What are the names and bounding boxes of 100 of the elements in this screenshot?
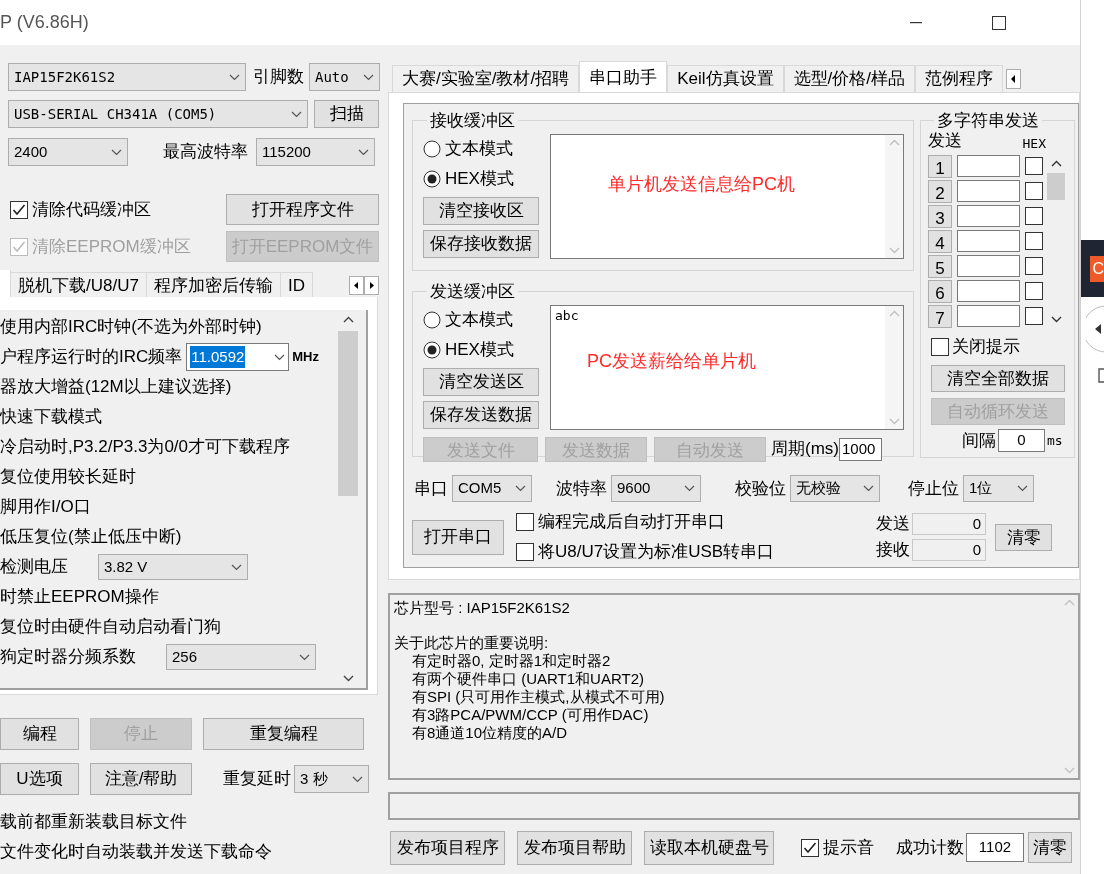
number-button[interactable]: 3 — [928, 204, 952, 228]
number-button[interactable]: 1 — [928, 154, 952, 178]
scroll-up-icon[interactable] — [1050, 159, 1062, 167]
buffer-button[interactable]: 保存接收数据 — [423, 229, 539, 258]
info-text: 芯片型号 : IAP15F2K61S2 — [394, 599, 570, 617]
checkbox[interactable] — [931, 337, 949, 356]
program-button[interactable]: 编程 — [0, 718, 79, 750]
open-port-button[interactable]: 打开串口 — [412, 519, 504, 555]
tab[interactable]: 范例程序 — [915, 65, 1003, 92]
multi-button[interactable]: 清空全部数据 — [931, 364, 1065, 392]
input-field[interactable]: 1102 — [966, 833, 1024, 862]
tab[interactable]: 选型/价格/样品 — [783, 65, 915, 92]
buffer-button[interactable]: 清空接收区 — [423, 196, 539, 225]
publish-button[interactable]: 发布项目帮助 — [517, 830, 632, 865]
option-label: 文件变化时自动装载并发送下载命令 — [0, 841, 273, 864]
dropdown[interactable]: 1位 — [963, 475, 1034, 502]
frequency-dropdown[interactable]: 11.0592 — [186, 343, 290, 371]
checkbox[interactable] — [1025, 307, 1043, 325]
tab[interactable]: 串口助手 — [579, 61, 668, 93]
chevron-icon — [231, 563, 242, 571]
maximize-icon[interactable] — [992, 15, 1006, 30]
text-area[interactable]: 单片机发送信息给PC机 — [550, 133, 904, 259]
tab-left-icon[interactable] — [349, 276, 364, 295]
tab[interactable]: 脱机下载/U8/U7 — [11, 272, 147, 297]
number-button[interactable]: 5 — [928, 254, 952, 278]
input-field[interactable]: 1000 — [839, 437, 882, 461]
dropdown[interactable]: 9600 — [611, 475, 701, 502]
dropdown[interactable]: 3.82 V — [98, 554, 248, 580]
tab[interactable]: ID — [280, 272, 313, 297]
badge: C — [1090, 255, 1104, 282]
dropdown[interactable]: 256 — [166, 644, 316, 670]
tab[interactable]: 程序加密后传输 — [146, 272, 281, 297]
radio-button[interactable] — [423, 139, 441, 158]
checkbox[interactable] — [516, 543, 534, 561]
checkbox[interactable] — [10, 200, 28, 219]
checkbox[interactable] — [1025, 157, 1043, 175]
dropdown[interactable]: 115200 — [256, 138, 375, 166]
option-label: 复位时由硬件自动启动看门狗 — [0, 616, 221, 639]
publish-button[interactable]: 读取本机硬盘号 — [644, 830, 774, 865]
input-field[interactable] — [957, 205, 1020, 227]
scan-button[interactable]: 扫描 — [314, 100, 379, 128]
checkbox[interactable] — [1025, 282, 1043, 300]
radio-button[interactable] — [423, 340, 441, 359]
unit-label: MHz — [292, 348, 319, 367]
back-icon[interactable] — [1086, 305, 1104, 353]
option-label: 狗定时器分频系数 — [0, 646, 136, 669]
input-field[interactable] — [957, 255, 1020, 277]
program-button[interactable]: 重复编程 — [203, 718, 364, 750]
column-header: HEX — [1022, 135, 1046, 153]
input-field[interactable] — [957, 230, 1020, 252]
checkbox[interactable] — [1025, 182, 1043, 200]
input-field[interactable] — [957, 305, 1020, 327]
tab[interactable]: Keil仿真设置 — [667, 65, 784, 92]
open-file-button[interactable]: 打开程序文件 — [226, 194, 379, 225]
tab[interactable]: 大赛/实验室/教材/招聘 — [392, 65, 580, 92]
input-field[interactable]: 0 — [998, 429, 1045, 452]
scroll-down-icon[interactable] — [1050, 315, 1062, 323]
field-label: 间隔 — [962, 429, 996, 452]
dropdown[interactable]: USB-SERIAL CH341A (COM5) — [8, 100, 308, 128]
checkbox[interactable] — [1025, 207, 1043, 225]
number-button[interactable]: 6 — [928, 279, 952, 303]
input-field[interactable] — [957, 280, 1020, 302]
input-field[interactable] — [957, 180, 1020, 202]
scroll-thumb[interactable] — [1047, 172, 1065, 200]
number-button[interactable]: 4 — [928, 229, 952, 253]
dropdown[interactable]: 无校验 — [790, 475, 880, 502]
tab-left-icon[interactable] — [1006, 69, 1021, 89]
dropdown[interactable]: Auto — [309, 63, 380, 91]
info-text: 有两个硬件串口 (UART1和UART2) — [412, 670, 644, 688]
input-field[interactable] — [957, 155, 1020, 177]
dropdown[interactable]: IAP15F2K61S2 — [8, 63, 246, 91]
annotation-text: 单片机发送信息给PC机 — [608, 172, 795, 196]
scroll-thumb[interactable] — [338, 331, 358, 496]
chevron-icon — [363, 73, 374, 81]
dropdown[interactable]: 2400 — [8, 138, 128, 166]
option-button[interactable]: 注意/帮助 — [90, 763, 192, 795]
minimize-icon[interactable] — [910, 21, 922, 24]
scroll-down-icon[interactable] — [342, 675, 354, 682]
dropdown[interactable]: 3 秒 — [294, 765, 369, 793]
scroll-up-icon[interactable] — [342, 316, 354, 323]
radio-button[interactable] — [423, 169, 441, 188]
number-button[interactable]: 7 — [928, 304, 952, 328]
number-button[interactable]: 2 — [928, 179, 952, 203]
checkbox[interactable] — [801, 838, 819, 857]
publish-button[interactable]: 发布项目程序 — [390, 830, 505, 865]
buffer-button[interactable]: 清空发送区 — [423, 367, 539, 396]
clear-button[interactable]: 清零 — [1028, 832, 1072, 863]
radio-button[interactable] — [423, 310, 441, 329]
dropdown[interactable]: COM5 — [452, 475, 532, 502]
window-title: P (V6.86H) — [0, 11, 89, 34]
option-label: 低压复位(禁止低压中断) — [0, 526, 182, 549]
option-button[interactable]: U选项 — [0, 763, 79, 795]
chevron-icon — [274, 353, 286, 361]
checkbox[interactable] — [1025, 257, 1043, 275]
clear-button[interactable]: 清零 — [995, 523, 1052, 551]
text-area[interactable]: abc PC发送薪给给单片机 — [550, 304, 904, 430]
tab-right-icon[interactable] — [364, 276, 379, 295]
checkbox[interactable] — [1025, 232, 1043, 250]
buffer-button[interactable]: 保存发送数据 — [423, 400, 539, 429]
checkbox[interactable] — [516, 513, 534, 531]
